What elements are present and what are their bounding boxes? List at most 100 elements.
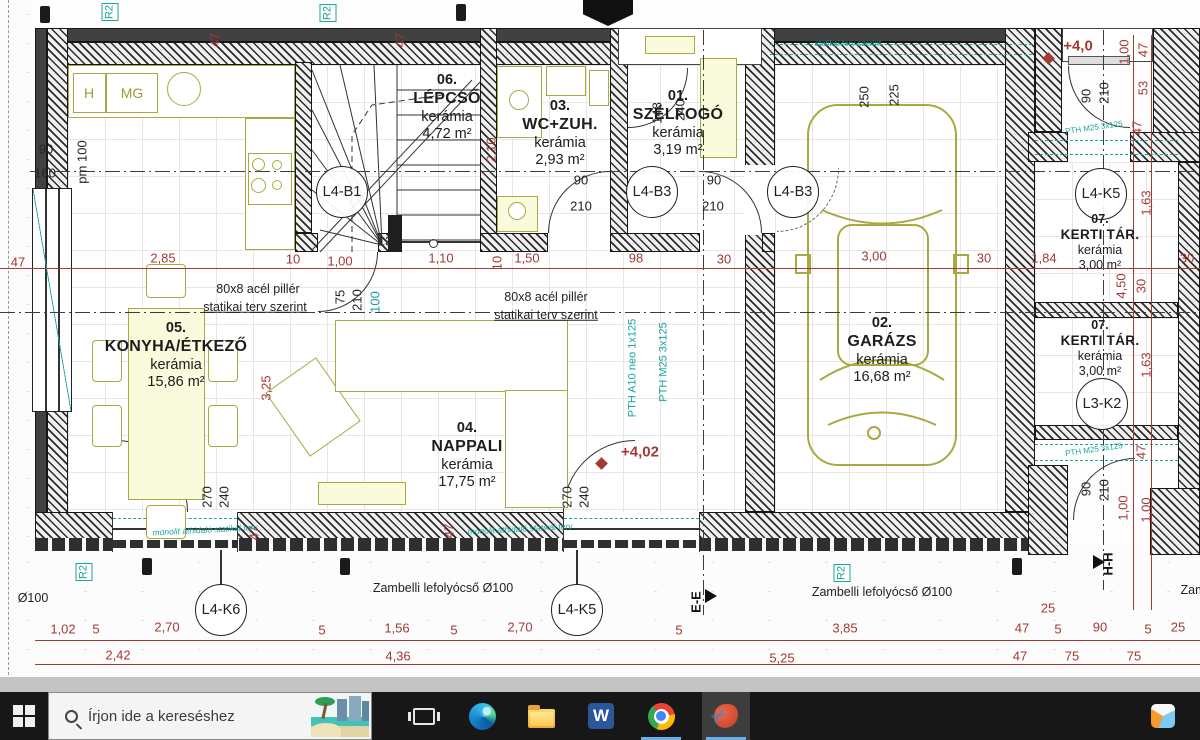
dim-label: 1,56: [384, 622, 409, 635]
dim-label: 47: [1013, 650, 1027, 663]
dim-label: 47: [394, 33, 407, 47]
dim-label: 2,70: [154, 621, 179, 634]
room-ar: 4,72 m²: [413, 126, 481, 143]
taskbar-edge-button[interactable]: [458, 692, 506, 740]
room-ar: 15,86 m²: [105, 374, 248, 391]
annotation: H: [84, 86, 94, 100]
section-label: 04: [601, 5, 615, 18]
room-ar: 2,93 m²: [522, 152, 597, 169]
level-label: +4,0: [1063, 39, 1093, 54]
dim-label: 210: [702, 200, 724, 213]
chrome-icon: [648, 703, 675, 730]
room-mt: kerámia: [1061, 243, 1140, 258]
annotation: 80x8 acél pillér: [216, 283, 299, 296]
annotation: statikai terv szerint: [815, 40, 881, 48]
dim-label: 25: [1041, 602, 1055, 615]
room-num: 05.: [105, 320, 248, 337]
start-button[interactable]: [0, 692, 48, 740]
dim-label: 1,00: [327, 255, 352, 268]
axis-marker-circle: L3-K2: [1076, 378, 1128, 430]
dim-label: 1,10: [428, 252, 453, 265]
dim-label: 90: [1080, 89, 1093, 103]
axis-marker-circle: L4-B3: [767, 166, 819, 218]
taskbar-snip-button-active[interactable]: ✂: [702, 692, 750, 740]
room-num: 07.: [1061, 318, 1140, 333]
section-label: E-E: [690, 591, 703, 613]
room-label: 03.WC+ZUH.kerámia2,93 m²: [522, 98, 597, 169]
room-ar: 3,00 m²: [1061, 364, 1140, 379]
dim-label: 5: [1144, 623, 1151, 636]
dim-label: 225: [888, 84, 901, 106]
room-num: 04.: [431, 420, 502, 437]
viewer-bottom-strip: [0, 677, 1200, 692]
dim-label: 3,85: [832, 622, 857, 635]
dim-label: 240: [578, 486, 591, 508]
dim-label: 2,42: [105, 649, 130, 662]
dim-label: 1,63: [1140, 352, 1153, 377]
dim-label: 4,36: [385, 650, 410, 663]
dim-label: 75: [1127, 650, 1141, 663]
annotation: Zambelli lefolyócső Ø100: [373, 582, 513, 595]
desktop-screen: 4747472,85101,00131,10101,5098303,00301,…: [0, 0, 1200, 740]
room-nm: NAPPALI: [431, 437, 502, 456]
annotation: Ø100: [18, 592, 49, 605]
dim-label: 250: [858, 86, 871, 108]
annotation: Zam: [1181, 584, 1200, 597]
search-highlight-image[interactable]: [311, 695, 369, 737]
dim-label: 13: [378, 235, 392, 248]
room-mt: kerámia: [1061, 349, 1140, 364]
dim-label: 210: [1098, 479, 1111, 501]
grid-marker: R2: [102, 3, 119, 21]
downspout-icon: [142, 558, 152, 575]
dim-label: pm 100: [76, 140, 89, 183]
dim-label: 2,10: [485, 137, 498, 162]
grid-marker: R2: [320, 4, 337, 22]
taskbar-word-button[interactable]: W: [577, 692, 625, 740]
annotation: MG: [121, 86, 144, 100]
room-ar: 17,75 m²: [431, 474, 502, 491]
dim-label: 1,50: [514, 252, 539, 265]
dim-label: 210: [351, 289, 364, 311]
dim-label: 160: [34, 167, 56, 180]
annotation: 80x8 acél pillér: [504, 291, 587, 304]
dim-label: 47: [1015, 622, 1029, 635]
axis-marker-circle: L4-K6: [195, 584, 247, 636]
room-nm: WC+ZUH.: [522, 115, 597, 134]
dim-label: 5: [92, 623, 99, 636]
room-nm: KONYHA/ÉTKEZŐ: [105, 337, 248, 356]
room-mt: kerámia: [633, 125, 723, 142]
room-num: 02.: [847, 315, 916, 332]
downspout-icon: [456, 4, 466, 21]
dim-label: 148: [651, 102, 664, 124]
annotation: PTH M25 3x125: [1065, 120, 1123, 136]
dim-label: 240: [674, 99, 687, 121]
dim-label: 270: [201, 486, 214, 508]
tray-app-button[interactable]: [1139, 692, 1187, 740]
dim-label: 90: [574, 174, 588, 187]
task-view-icon: [413, 708, 435, 725]
taskbar-chrome-button[interactable]: [637, 692, 685, 740]
level-label: +4,02: [621, 445, 659, 460]
room-label: 02.GARÁZSkerámia16,68 m²: [847, 315, 916, 386]
dim-label: 3,25: [260, 375, 273, 400]
task-view-button[interactable]: [400, 692, 448, 740]
dim-label: 5,25: [769, 652, 794, 665]
file-explorer-icon: [528, 709, 555, 728]
plan-annotations: 4747472,85101,00131,10101,5098303,00301,…: [0, 0, 1200, 692]
dim-label: 53: [1137, 81, 1150, 95]
axis-marker-circle: L4-B3: [626, 166, 678, 218]
dim-label: 4,50: [1115, 273, 1128, 298]
search-input[interactable]: Írjon ide a kereséshez: [48, 692, 372, 740]
room-label: 07.KERTI TÁR.kerámia3,00 m²: [1061, 212, 1140, 273]
dim-label: 47: [443, 524, 456, 538]
room-label: 07.KERTI TÁR.kerámia3,00 m²: [1061, 318, 1140, 379]
windows-logo-icon: [13, 705, 35, 727]
dim-label: 270: [561, 486, 574, 508]
dim-label: 90: [1093, 621, 1107, 634]
dim-label: 30: [1180, 252, 1194, 265]
taskbar-explorer-button[interactable]: [517, 692, 565, 740]
dim-label: 5: [450, 624, 457, 637]
dim-label: 5: [675, 624, 682, 637]
word-icon: W: [588, 703, 614, 729]
annotation: statikai terv szerint: [203, 301, 307, 314]
